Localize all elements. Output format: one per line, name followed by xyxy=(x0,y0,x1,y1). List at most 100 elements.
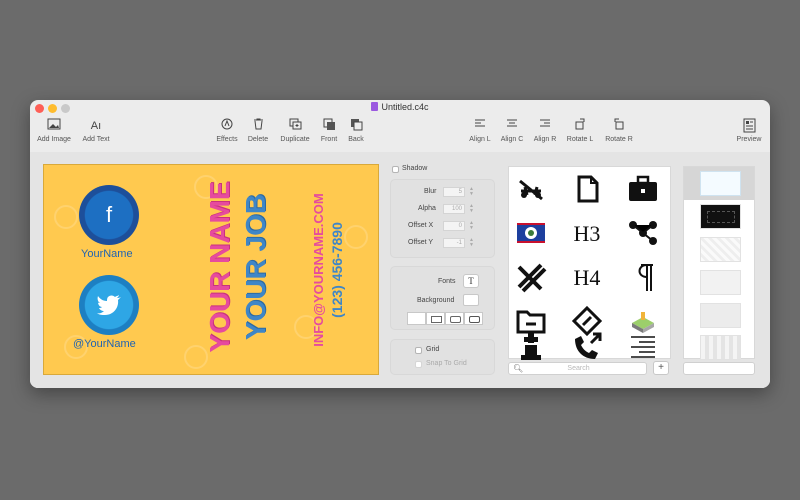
thumbnail-item[interactable] xyxy=(700,171,741,196)
thumbnail-detail xyxy=(707,211,735,223)
add-image-label: Add Image xyxy=(37,136,71,143)
shadow-label: Shadow xyxy=(402,165,428,172)
thumbnail-filter-field[interactable] xyxy=(683,362,755,375)
thumbnail-item[interactable] xyxy=(700,335,741,360)
delete-button[interactable]: Delete xyxy=(245,118,271,143)
align-right-button[interactable]: Align R xyxy=(532,118,558,143)
app-window: Untitled.c4c Add Image Aı Add Text Effec… xyxy=(30,100,770,388)
blur-stepper[interactable]: ▲ ▼ xyxy=(469,187,474,197)
border-style-thick[interactable] xyxy=(464,312,483,325)
add-icon-button[interactable]: + xyxy=(653,361,669,375)
belize-flag-icon[interactable] xyxy=(509,211,553,255)
border-style-rounded[interactable] xyxy=(445,312,464,325)
icon-search-field[interactable]: 🔍︎ Search xyxy=(508,362,647,375)
alpha-label: Alpha xyxy=(418,205,436,212)
text-cursor-icon: Aı xyxy=(90,120,102,132)
template-thumbnails xyxy=(683,166,755,360)
phone-text[interactable]: (123) 456-7890 xyxy=(328,190,346,350)
style-panel: Fonts T Background xyxy=(390,266,495,330)
front-label: Front xyxy=(320,136,338,143)
workspace: f YourName @YourName YOUR NAME YOUR JOB … xyxy=(30,152,770,388)
thumbnail-item[interactable] xyxy=(700,204,741,229)
name-text[interactable]: YOUR NAME xyxy=(204,177,236,357)
preview-label: Preview xyxy=(736,136,762,143)
blur-label: Blur xyxy=(424,188,437,195)
offset-y-field[interactable]: -1 xyxy=(443,238,465,248)
business-card-canvas[interactable]: f YourName @YourName YOUR NAME YOUR JOB … xyxy=(43,164,379,375)
twitter-bird-icon xyxy=(79,275,139,335)
grid-label: Grid xyxy=(426,346,440,353)
twitter-handle-text[interactable]: @YourName xyxy=(73,338,136,350)
add-image-button[interactable]: Add Image xyxy=(36,118,72,143)
offset-x-label: Offset X xyxy=(408,222,434,229)
window-title-text: Untitled.c4c xyxy=(381,102,429,112)
file-icon[interactable] xyxy=(565,167,609,211)
offset-x-field[interactable]: 0 xyxy=(443,221,465,231)
rotate-left-label: Rotate L xyxy=(566,136,594,143)
pattern-decoration xyxy=(54,205,78,229)
pattern-decoration xyxy=(344,225,368,249)
rotate-left-button[interactable]: Rotate L xyxy=(564,118,596,143)
align-center-button[interactable]: Align C xyxy=(499,118,525,143)
search-placeholder: Search xyxy=(567,365,590,372)
thumbnail-item[interactable] xyxy=(700,303,741,328)
facebook-badge[interactable]: f xyxy=(79,185,139,245)
pencil-ruler-icon[interactable] xyxy=(509,255,553,299)
no-fly-drone-icon[interactable] xyxy=(509,167,553,211)
duplicate-button[interactable]: Duplicate xyxy=(278,118,312,143)
email-text[interactable]: INFO@YOURNAME.COM xyxy=(310,190,328,350)
effects-button[interactable]: Effects xyxy=(212,118,242,143)
delete-label: Delete xyxy=(247,136,269,143)
facebook-icon: f xyxy=(105,202,113,227)
heading-4-icon[interactable]: H4 xyxy=(565,255,609,299)
align-left-label: Align L xyxy=(469,136,491,143)
send-back-icon xyxy=(345,118,367,134)
snap-to-grid-checkbox[interactable] xyxy=(415,361,422,368)
shadow-checkbox[interactable] xyxy=(392,166,399,173)
effects-label: Effects xyxy=(216,136,238,143)
job-text[interactable]: YOUR JOB xyxy=(240,177,272,357)
rotate-right-button[interactable]: Rotate R xyxy=(602,118,636,143)
thumbnail-item[interactable] xyxy=(700,270,741,295)
thumbnail-item[interactable] xyxy=(700,237,741,262)
alpha-stepper[interactable]: ▲ ▼ xyxy=(469,204,474,214)
rotate-right-label: Rotate R xyxy=(605,136,633,143)
rotate-right-icon xyxy=(602,118,636,134)
alpha-field[interactable]: 100 xyxy=(443,204,465,214)
bring-front-icon xyxy=(318,118,340,134)
document-icon xyxy=(371,102,379,111)
fonts-button[interactable]: T xyxy=(463,274,479,288)
align-left-icon xyxy=(467,118,493,134)
icon-library: H3 H4 xyxy=(508,166,671,360)
network-nodes-icon[interactable] xyxy=(621,211,665,255)
border-style-none[interactable] xyxy=(407,312,426,325)
heading-3-icon[interactable]: H3 xyxy=(565,211,609,255)
shadow-settings-panel: Blur 5 ▲ ▼ Alpha 100 ▲ ▼ Offset X 0 ▲ ▼ Off… xyxy=(390,179,495,258)
facebook-name-text[interactable]: YourName xyxy=(81,248,133,260)
offset-x-stepper[interactable]: ▲ ▼ xyxy=(469,221,474,231)
back-button[interactable]: Back xyxy=(345,118,367,143)
heading-4-text: H4 xyxy=(574,265,601,290)
briefcase-icon[interactable] xyxy=(621,167,665,211)
grid-checkbox[interactable] xyxy=(415,347,422,354)
background-color-well[interactable] xyxy=(463,294,479,306)
preview-icon xyxy=(734,118,764,134)
heading-3-text: H3 xyxy=(574,221,601,246)
snap-to-grid-label: Snap To Grid xyxy=(426,360,467,367)
offset-y-stepper[interactable]: ▲ ▼ xyxy=(469,238,474,248)
align-left-button[interactable]: Align L xyxy=(467,118,493,143)
align-center-icon xyxy=(499,118,525,134)
twitter-badge[interactable] xyxy=(79,275,139,335)
fonts-label: Fonts xyxy=(438,278,456,285)
front-button[interactable]: Front xyxy=(318,118,340,143)
blur-field[interactable]: 5 xyxy=(443,187,465,197)
preview-button[interactable]: Preview xyxy=(734,118,764,143)
duplicate-label: Duplicate xyxy=(280,136,310,143)
align-center-label: Align C xyxy=(500,136,524,143)
offset-y-label: Offset Y xyxy=(408,239,434,246)
add-text-button[interactable]: Aı Add Text xyxy=(80,118,112,143)
window-title: Untitled.c4c xyxy=(30,102,770,112)
pilcrow-icon[interactable] xyxy=(621,255,665,299)
image-icon xyxy=(36,118,72,134)
border-style-thin[interactable] xyxy=(426,312,445,325)
